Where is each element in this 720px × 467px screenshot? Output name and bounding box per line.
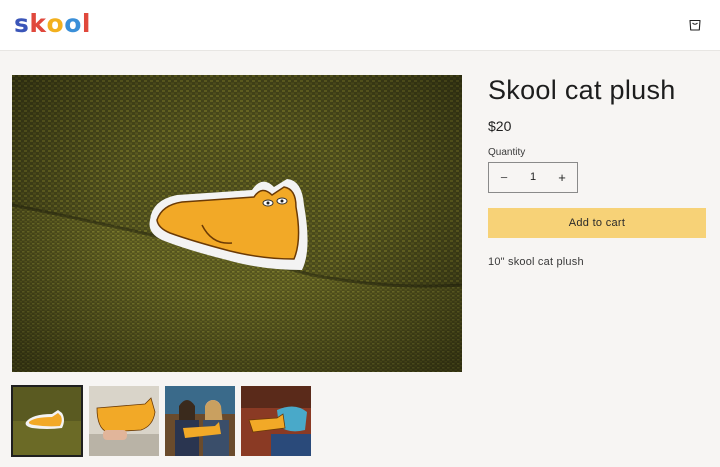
- site-header: skool: [0, 0, 720, 51]
- logo-letter: o: [64, 9, 82, 38]
- logo-letter: l: [81, 9, 91, 38]
- logo-letter: o: [46, 9, 65, 38]
- product-description: 10" skool cat plush: [488, 256, 584, 268]
- thumbnail-2[interactable]: [165, 386, 235, 456]
- increase-quantity-button[interactable]: +: [547, 163, 577, 192]
- thumbnail-3[interactable]: [241, 386, 311, 456]
- quantity-stepper: − +: [488, 162, 578, 193]
- thumbnail-0[interactable]: [11, 385, 83, 457]
- skool-logo[interactable]: skool: [14, 9, 91, 39]
- product-title: Skool cat plush: [488, 75, 676, 105]
- product-price: $20: [488, 118, 512, 134]
- decrease-quantity-button[interactable]: −: [489, 163, 519, 192]
- quantity-label: Quantity: [488, 147, 526, 158]
- add-to-cart-button[interactable]: Add to cart: [488, 208, 706, 238]
- logo-letter: k: [29, 9, 47, 38]
- quantity-input[interactable]: [519, 163, 547, 192]
- logo-letter: s: [14, 9, 30, 38]
- thumbnail-1[interactable]: [89, 386, 159, 456]
- main-product-image[interactable]: [12, 75, 462, 372]
- shopping-bag-icon[interactable]: [687, 16, 703, 32]
